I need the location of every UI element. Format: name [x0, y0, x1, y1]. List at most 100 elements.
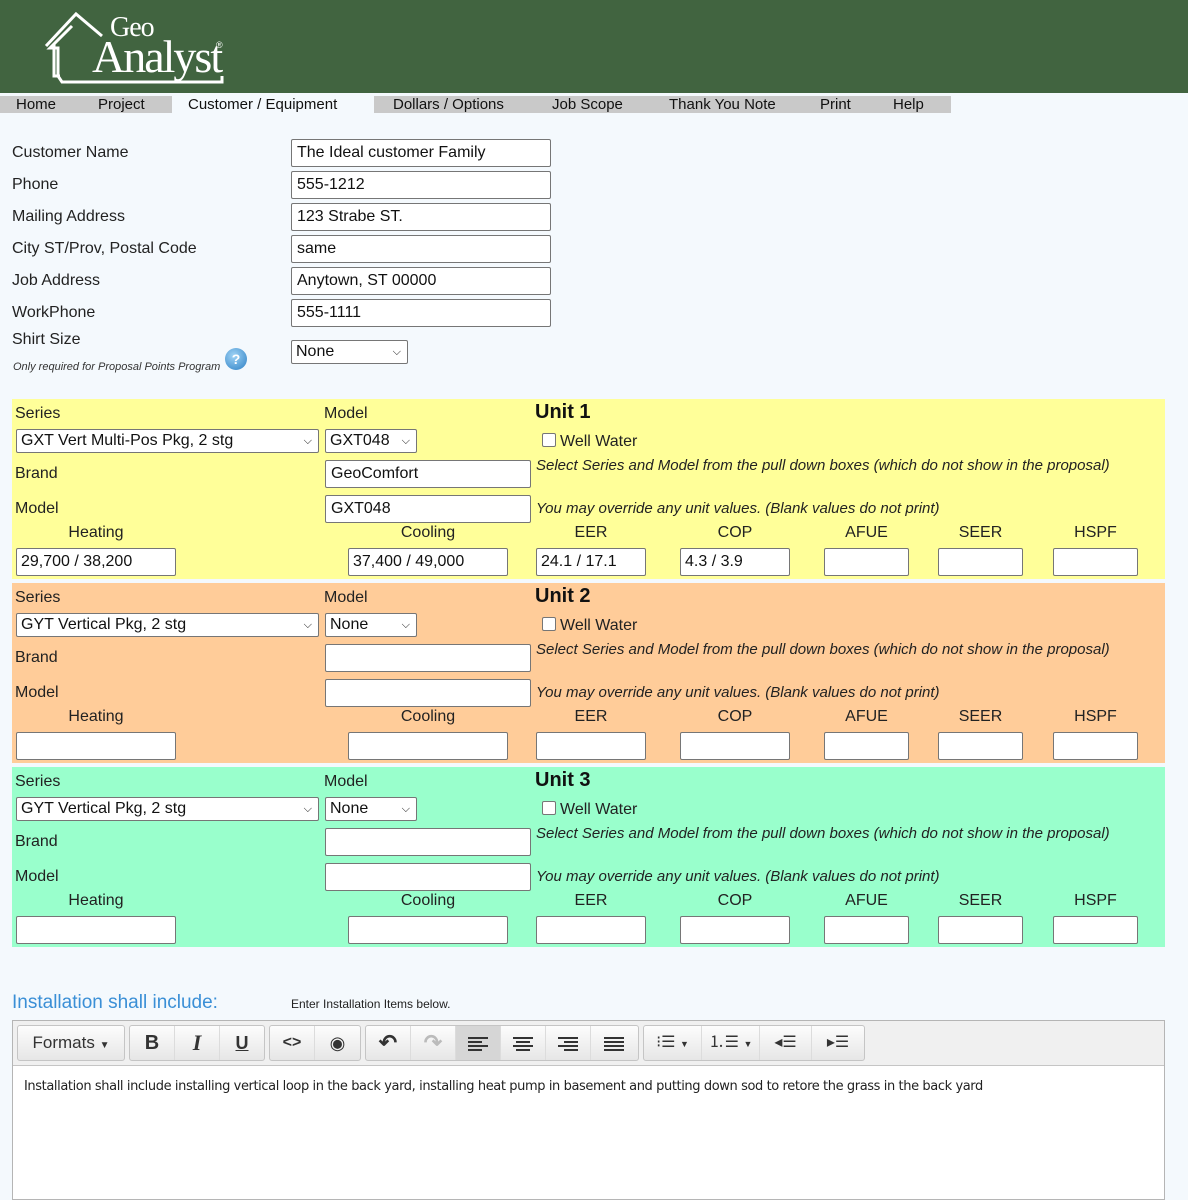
align-center-icon[interactable]: [501, 1026, 546, 1060]
installation-hint: Enter Installation Items below.: [291, 997, 451, 1011]
formats-group: Formats ▼: [17, 1025, 125, 1061]
model-input[interactable]: GXT048: [325, 495, 531, 523]
shirt-size-select[interactable]: None ⌵: [291, 340, 408, 364]
align-left-icon[interactable]: [456, 1026, 501, 1060]
italic-button[interactable]: I: [175, 1026, 220, 1060]
mailing-address-input[interactable]: 123 Strabe ST.: [291, 203, 551, 231]
formats-label: Formats: [32, 1033, 95, 1052]
afue-header: AFUE: [845, 892, 888, 909]
afue-input[interactable]: [824, 732, 909, 760]
editor-content[interactable]: Installation shall include installing ve…: [24, 1079, 983, 1094]
brand-input[interactable]: [325, 828, 531, 856]
cooling-input[interactable]: 37,400 / 49,000: [348, 548, 508, 576]
workphone-input[interactable]: 555-1111: [291, 299, 551, 327]
heating-header: Heating: [68, 892, 124, 909]
cop-header: COP: [717, 708, 753, 725]
cooling-input[interactable]: [348, 732, 508, 760]
eer-header: EER: [574, 892, 608, 909]
model-select[interactable]: None ⌵: [325, 613, 417, 637]
formats-dropdown[interactable]: Formats ▼: [18, 1026, 124, 1060]
cooling-header: Cooling: [400, 892, 456, 909]
bullet-list-icon[interactable]: ⁝☰ ▼: [644, 1026, 702, 1060]
nav-customer-equipment[interactable]: Customer / Equipment: [172, 96, 374, 113]
model-select[interactable]: None ⌵: [325, 797, 417, 821]
caret-down-icon: ▼: [99, 1040, 110, 1051]
model-select[interactable]: GXT048 ⌵: [325, 429, 417, 453]
unit-title: Unit 1: [535, 401, 591, 423]
job-address-label: Job Address: [12, 272, 101, 289]
heating-header: Heating: [68, 708, 124, 725]
phone-input[interactable]: 555-1212: [291, 171, 551, 199]
cooling-header: Cooling: [400, 708, 456, 725]
undo-icon[interactable]: ↶: [366, 1026, 411, 1060]
series-label: Series: [15, 773, 61, 790]
cop-input[interactable]: [680, 916, 790, 944]
nav-dollars-options[interactable]: Dollars / Options: [374, 96, 536, 113]
eer-header: EER: [574, 708, 608, 725]
model-select-value: None: [330, 800, 369, 817]
heating-input[interactable]: [16, 916, 176, 944]
series-select[interactable]: GYT Vertical Pkg, 2 stg ⌵: [16, 613, 319, 637]
well-water-checkbox[interactable]: [542, 801, 556, 815]
afue-header: AFUE: [845, 708, 888, 725]
numbered-list-icon[interactable]: ⒈☰ ▼: [702, 1026, 760, 1060]
align-justify-icon[interactable]: [591, 1026, 636, 1060]
cop-input[interactable]: 4.3 / 3.9: [680, 548, 790, 576]
unit-title: Unit 2: [535, 585, 591, 607]
seer-input[interactable]: [938, 548, 1023, 576]
model-input[interactable]: [325, 863, 531, 891]
redo-icon[interactable]: ↷: [411, 1026, 456, 1060]
hspf-input[interactable]: [1053, 732, 1138, 760]
eer-input[interactable]: [536, 916, 646, 944]
brand-input[interactable]: [325, 644, 531, 672]
seer-input[interactable]: [938, 916, 1023, 944]
bold-button[interactable]: B: [130, 1026, 175, 1060]
eer-input[interactable]: [536, 732, 646, 760]
hspf-input[interactable]: [1053, 548, 1138, 576]
geoanalyst-logo[interactable]: Geo Analyst ®: [42, 6, 232, 88]
code-icon[interactable]: <>: [270, 1026, 315, 1060]
cop-input[interactable]: [680, 732, 790, 760]
afue-input[interactable]: [824, 916, 909, 944]
history-align-group: ↶ ↷: [365, 1025, 639, 1061]
series-label: Series: [15, 405, 61, 422]
main-nav: Home Project Customer / Equipment Dollar…: [0, 96, 951, 113]
indent-icon[interactable]: ▸☰: [812, 1026, 864, 1060]
job-address-input[interactable]: Anytown, ST 00000: [291, 267, 551, 295]
nav-home[interactable]: Home: [0, 96, 84, 113]
seer-input[interactable]: [938, 732, 1023, 760]
well-water-label: Well Water: [560, 433, 638, 450]
afue-input[interactable]: [824, 548, 909, 576]
align-right-icon[interactable]: [546, 1026, 591, 1060]
model-label: Model: [324, 589, 368, 606]
workphone-label: WorkPhone: [12, 304, 96, 321]
model-select-value: GXT048: [330, 432, 390, 449]
well-water-checkbox[interactable]: [542, 433, 556, 447]
heating-input[interactable]: [16, 732, 176, 760]
brand-label: Brand: [15, 649, 58, 666]
series-select[interactable]: GYT Vertical Pkg, 2 stg ⌵: [16, 797, 319, 821]
nav-job-scope[interactable]: Job Scope: [536, 96, 654, 113]
model-input[interactable]: [325, 679, 531, 707]
shirt-size-label: Shirt Size: [12, 331, 81, 348]
eer-input[interactable]: 24.1 / 17.1: [536, 548, 646, 576]
heating-input[interactable]: 29,700 / 38,200: [16, 548, 176, 576]
brand-input[interactable]: GeoComfort: [325, 460, 531, 488]
preview-eye-icon[interactable]: ◉: [315, 1026, 360, 1060]
nav-print[interactable]: Print: [808, 96, 878, 113]
nav-thank-you-note[interactable]: Thank You Note: [654, 96, 808, 113]
cooling-input[interactable]: [348, 916, 508, 944]
well-water-checkbox[interactable]: [542, 617, 556, 631]
customer-name-input[interactable]: The Ideal customer Family: [291, 139, 551, 167]
outdent-icon[interactable]: ◂☰: [760, 1026, 812, 1060]
nav-help[interactable]: Help: [878, 96, 951, 113]
city-postal-input[interactable]: same: [291, 235, 551, 263]
chevron-down-icon: ⌵: [401, 619, 410, 631]
series-select[interactable]: GXT Vert Multi-Pos Pkg, 2 stg ⌵: [16, 429, 319, 453]
nav-project[interactable]: Project: [84, 96, 172, 113]
unit-panel-3: Series Model Unit 3 GYT Vertical Pkg, 2 …: [12, 767, 1165, 947]
hspf-input[interactable]: [1053, 916, 1138, 944]
help-question-icon[interactable]: ?: [225, 348, 247, 370]
chevron-down-icon: ⌵: [303, 435, 312, 447]
underline-button[interactable]: U: [220, 1026, 264, 1060]
